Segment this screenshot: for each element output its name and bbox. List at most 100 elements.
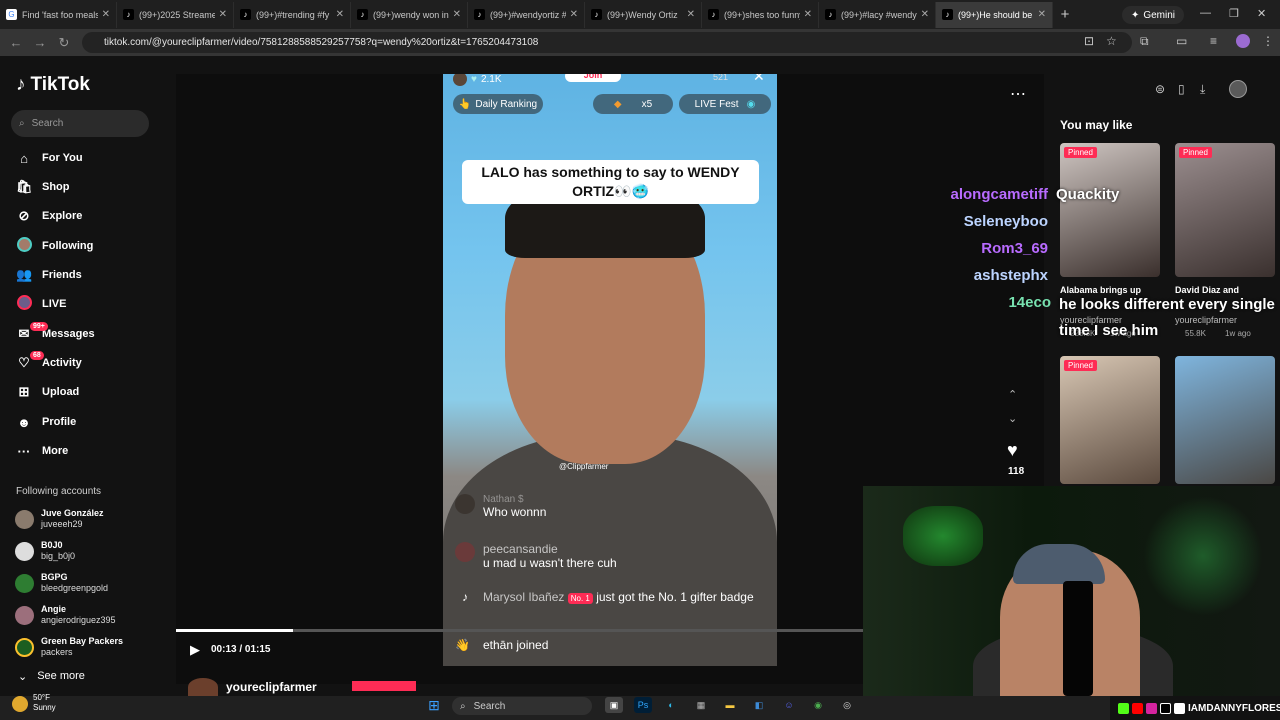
install-icon[interactable]: ⊡	[1084, 34, 1094, 48]
messages-icon: ✉ 99+	[16, 322, 48, 342]
close-icon[interactable]: ✕	[336, 9, 344, 20]
close-icon[interactable]: ✕	[921, 9, 929, 20]
join-button[interactable]: Join	[565, 74, 621, 82]
browser-tab[interactable]: ♪ (99+)wendy won in ✕	[351, 1, 468, 28]
suggested-video[interactable]	[1175, 356, 1275, 484]
browser-tab-active[interactable]: ♪ (99+)He should be ✕	[936, 1, 1053, 28]
nav-friends[interactable]: 👥 Friends	[16, 262, 166, 288]
author-name[interactable]: youreclipfarmer	[226, 680, 317, 694]
gift-icon[interactable]: ⊜	[1155, 82, 1165, 96]
obs-icon[interactable]: ◎	[838, 697, 856, 713]
media-icon[interactable]: ≡	[1210, 34, 1217, 48]
windows-start-icon[interactable]: ⊞	[425, 697, 443, 713]
browser-tab[interactable]: ♪ (99+)shes too funny ✕	[702, 1, 819, 28]
video-frame[interactable]: ♥ 2.1K Join 521 ✕ 👆 Daily Ranking ◆ x5 LIVE…	[443, 74, 777, 666]
sidepanel-icon[interactable]: ▭	[1176, 34, 1187, 48]
chat-user: Nathan $	[483, 494, 524, 505]
reload-icon[interactable]: ↻	[52, 35, 76, 51]
close-live-icon[interactable]: ✕	[753, 74, 765, 85]
see-more-button[interactable]: ⌄ See more	[18, 670, 85, 683]
close-icon[interactable]: ✕	[1038, 9, 1046, 20]
suggested-video[interactable]: Pinned	[1060, 143, 1160, 277]
close-window-icon[interactable]: ✕	[1257, 7, 1266, 20]
nav-live[interactable]: LIVE	[16, 291, 166, 317]
nav-shop[interactable]: 🛍 Shop	[16, 174, 166, 200]
browser-tab[interactable]: ♪ (99+)#lacy #wendy ✕	[819, 1, 936, 28]
tiktok-icon: ♪	[825, 9, 836, 20]
new-tab-button[interactable]: +	[1053, 6, 1077, 23]
nav-more[interactable]: ··· More	[16, 438, 166, 464]
task-view-icon[interactable]: ▣	[605, 697, 623, 713]
profile-avatar[interactable]	[1236, 34, 1250, 48]
nav-for-you[interactable]: ⌂ For You	[16, 145, 166, 171]
gifter-badge: No. 1	[567, 593, 593, 604]
folder-icon[interactable]: ▬	[721, 697, 739, 713]
suggested-video[interactable]: Pinned	[1175, 143, 1275, 277]
search-input[interactable]: ⌕ Search	[11, 110, 149, 137]
close-icon[interactable]: ✕	[453, 9, 461, 20]
following-account[interactable]: B0J0 big_b0j0	[15, 536, 165, 566]
phone-icon[interactable]: ▯	[1178, 82, 1185, 96]
download-icon[interactable]: ⤓	[1200, 82, 1205, 97]
menu-dots-icon[interactable]: ⋮	[1262, 34, 1274, 48]
multiplier-pill[interactable]: ◆ x5	[593, 94, 673, 114]
following-account[interactable]: Green Bay Packers packers	[15, 632, 165, 662]
store-icon[interactable]: ▦	[692, 697, 710, 713]
app-icon[interactable]: ◧	[750, 697, 768, 713]
browser-tab[interactable]: ♪ (99+)#wendyortiz # ✕	[468, 1, 585, 28]
weather-widget[interactable]: 50°F Sunny	[33, 693, 56, 713]
edge-icon[interactable]: ◐	[662, 697, 680, 713]
nav-profile[interactable]: ☻ Profile	[16, 409, 166, 435]
nav-following[interactable]: Following	[16, 233, 166, 259]
tab-title: (99+)wendy won in	[373, 9, 449, 20]
suggested-video[interactable]: Pinned	[1060, 356, 1160, 484]
discord-icon[interactable]: ☺	[780, 697, 798, 713]
tiktok-logo[interactable]: ♪ TikTok	[16, 74, 90, 96]
following-account[interactable]: BGPG bleedgreenpgold	[15, 568, 165, 598]
nav-messages[interactable]: ✉ 99+ Messages	[16, 321, 166, 347]
tab-title: (99+)#wendyortiz #	[490, 9, 566, 20]
live-fest-label: LIVE Fest	[694, 98, 739, 110]
close-icon[interactable]: ✕	[570, 9, 578, 20]
back-icon[interactable]: ←	[4, 35, 28, 50]
browser-tab[interactable]: ♪ (99+)#trending #fy ✕	[234, 1, 351, 28]
chrome-icon[interactable]: ◉	[809, 697, 827, 713]
follow-button[interactable]	[352, 681, 416, 691]
forward-icon[interactable]: →	[28, 35, 52, 50]
author-avatar[interactable]	[188, 678, 218, 696]
like-heart-icon[interactable]: ♥	[1007, 440, 1018, 461]
browser-tab[interactable]: ♪ (99+)Wendy Ortiz ✕	[585, 1, 702, 28]
live-fest-pill[interactable]: LIVE Fest ◉	[679, 94, 771, 114]
following-account[interactable]: Angie angierodriguez395	[15, 600, 165, 630]
daily-ranking-pill[interactable]: 👆 Daily Ranking	[453, 94, 543, 114]
maximize-icon[interactable]: ❐	[1229, 7, 1239, 20]
bookmark-star-icon[interactable]: ☆	[1106, 34, 1117, 48]
close-icon[interactable]: ✕	[219, 9, 227, 20]
close-icon[interactable]: ✕	[804, 9, 812, 20]
weather-temp: 50°F	[33, 693, 50, 702]
browser-tab[interactable]: ♪ (99+)2025 Streamer ✕	[117, 1, 234, 28]
close-icon[interactable]: ✕	[102, 9, 110, 20]
user-avatar[interactable]	[1229, 80, 1247, 98]
nav-activity[interactable]: ♡ 68 Activity	[16, 350, 166, 376]
photoshop-icon[interactable]: Ps	[634, 697, 652, 713]
nav-label: Profile	[42, 416, 77, 428]
close-icon[interactable]: ✕	[687, 9, 695, 20]
kick-icon	[1118, 703, 1129, 714]
stream-chat-name: alongcametiff	[848, 186, 1048, 203]
minimize-icon[interactable]: —	[1200, 7, 1211, 19]
following-account[interactable]: Juve González juveeeh29	[15, 504, 165, 534]
chevron-up-icon[interactable]: ⌃	[1008, 388, 1017, 401]
extensions-icon[interactable]: ⧉	[1140, 34, 1149, 49]
tab-title: (99+)He should be	[958, 9, 1033, 20]
browser-tab[interactable]: G Find 'fast foo meals ✕	[0, 1, 117, 28]
url-field[interactable]: tiktok.com/@youreclipfarmer/video/758128…	[82, 32, 1132, 53]
gemini-button[interactable]: ✦ Gemini	[1122, 6, 1184, 24]
weather-sun-icon[interactable]	[12, 696, 28, 712]
nav-upload[interactable]: ⊞ Upload	[16, 379, 166, 405]
taskbar-search[interactable]: ⌕ Search	[452, 697, 592, 715]
nav-explore[interactable]: ⊘ Explore	[16, 203, 166, 229]
play-icon[interactable]: ▶	[190, 642, 200, 658]
video-more-icon[interactable]: ⋯	[1010, 84, 1026, 104]
chevron-down-icon[interactable]: ⌄	[1008, 412, 1017, 425]
